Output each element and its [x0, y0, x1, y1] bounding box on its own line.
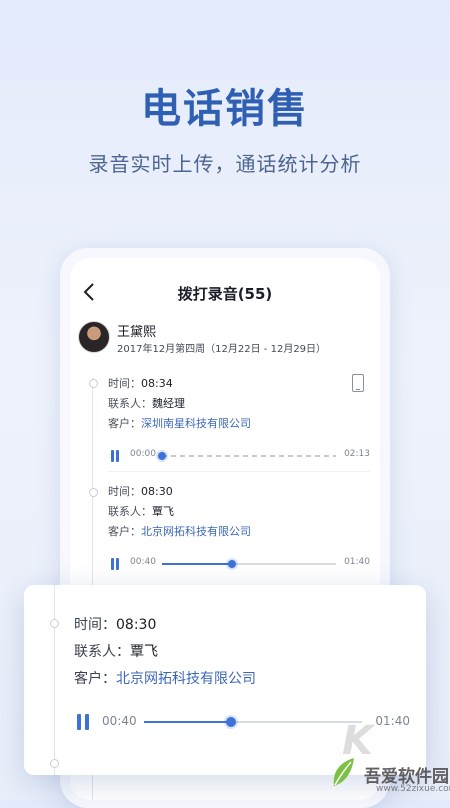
- contact-label: 联系人：: [108, 397, 152, 410]
- progress-knob[interactable]: [158, 452, 166, 460]
- user-name: 王黛熙: [117, 325, 157, 340]
- timeline-dot: [89, 379, 98, 388]
- record-time: 08:30: [141, 485, 173, 498]
- divider: [108, 471, 370, 472]
- watermark: K 吾爱软件园 www.52zixue.com: [330, 718, 450, 800]
- leaf-logo-icon: [333, 758, 354, 786]
- avatar: [78, 321, 110, 353]
- record-time: 08:30: [116, 617, 157, 633]
- timeline-dot: [50, 619, 59, 628]
- duration-time: 01:40: [344, 557, 370, 567]
- customer-label: 客户：: [108, 525, 141, 538]
- audio-player: 00:00 02:13: [108, 444, 378, 468]
- progress-knob[interactable]: [226, 717, 237, 727]
- time-label: 时间：: [108, 377, 141, 390]
- record-customer-link[interactable]: 北京网拓科技有限公司: [141, 525, 251, 538]
- progress-knob[interactable]: [227, 560, 236, 568]
- pause-icon[interactable]: [110, 450, 120, 462]
- time-label: 时间：: [108, 485, 141, 498]
- hero-subtitle: 录音实时上传，通话统计分析: [88, 152, 362, 176]
- pause-icon[interactable]: [110, 558, 120, 570]
- pause-icon[interactable]: [76, 714, 90, 730]
- record-customer-link[interactable]: 深圳南星科技有限公司: [141, 417, 251, 430]
- record-time: 08:34: [141, 377, 173, 390]
- progress-track[interactable]: [162, 560, 336, 568]
- duration-time: 02:13: [344, 449, 370, 459]
- progress-fill: [144, 721, 232, 723]
- contact-label: 联系人：: [108, 505, 152, 518]
- record-item[interactable]: 时间：08:30 联系人：覃飞 客户：北京网拓科技有限公司 00:40 01:4…: [108, 482, 378, 576]
- page-title: 拨打录音(55): [177, 285, 273, 303]
- timeline-dot: [50, 759, 59, 768]
- elapsed-time: 00:40: [102, 714, 137, 728]
- elapsed-time: 00:40: [130, 557, 156, 567]
- record-contact: 覃飞: [152, 505, 174, 518]
- watermark-url: www.52zixue.com: [376, 784, 450, 794]
- timeline-dot: [89, 488, 98, 497]
- record-item[interactable]: 时间：08:34 联系人：魏经理 客户：深圳南星科技有限公司 00:00 02:…: [108, 374, 378, 468]
- record-contact: 覃飞: [130, 644, 158, 660]
- progress-fill: [162, 563, 232, 565]
- record-contact: 魏经理: [152, 397, 185, 410]
- contact-label: 联系人：: [74, 644, 130, 660]
- elapsed-time: 00:00: [130, 449, 156, 459]
- timeline-line: [54, 585, 55, 775]
- record-customer-link[interactable]: 北京网拓科技有限公司: [116, 671, 256, 687]
- progress-track[interactable]: [158, 452, 336, 460]
- hero-title: 电话销售: [141, 86, 309, 132]
- week-range: 2017年12月第四周（12月22日 - 12月29日）: [117, 344, 327, 355]
- audio-player: 00:40 01:40: [108, 552, 378, 576]
- nav-bar: 拨打录音(55): [70, 258, 380, 328]
- customer-label: 客户：: [74, 671, 116, 687]
- time-label: 时间：: [74, 617, 116, 633]
- customer-label: 客户：: [108, 417, 141, 430]
- mobile-phone-icon[interactable]: [352, 374, 364, 392]
